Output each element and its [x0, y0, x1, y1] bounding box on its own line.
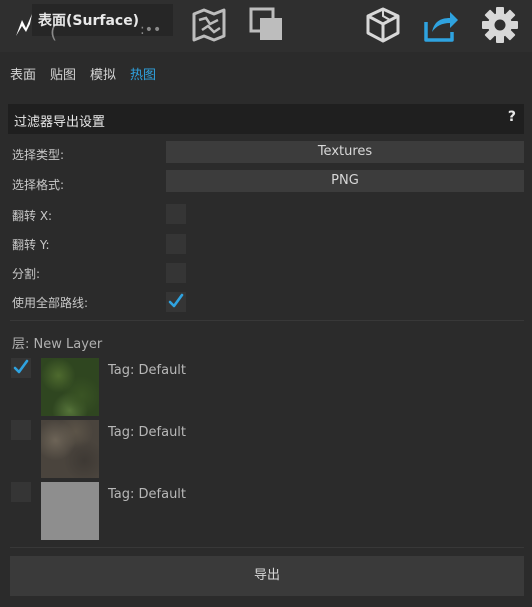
use-all-paths-label: 使用全部路线:	[12, 296, 89, 310]
top-toolbar: ( :•• 表面(Surface)	[0, 0, 532, 52]
layer-item-tag: Tag: Default	[108, 363, 187, 378]
layer-item-checkbox[interactable]	[11, 482, 31, 502]
flip-y-checkbox[interactable]	[166, 234, 186, 254]
flip-x-checkbox[interactable]	[166, 204, 186, 224]
map-icon[interactable]	[190, 6, 228, 44]
hidden-icon-fragment: :••	[140, 22, 162, 38]
flip-x-label: 翻转 X:	[12, 209, 53, 223]
tab-bar: 表面 贴图 模拟 热图	[0, 52, 532, 92]
gray-texture-thumbnail[interactable]	[41, 482, 99, 540]
gear-icon[interactable]	[481, 6, 519, 44]
divider	[10, 547, 524, 548]
split-checkbox[interactable]	[166, 263, 186, 283]
tab-heatmap[interactable]: 热图	[130, 64, 156, 83]
cube-icon[interactable]	[364, 6, 402, 44]
tab-surface[interactable]: 表面	[10, 64, 36, 83]
layer-item-tag: Tag: Default	[108, 425, 187, 440]
grass-texture-thumbnail[interactable]	[41, 358, 99, 416]
help-icon[interactable]: ?	[508, 109, 516, 125]
tab-simulation[interactable]: 模拟	[90, 64, 116, 83]
export-button[interactable]: 导出	[10, 556, 524, 596]
share-export-icon[interactable]	[422, 6, 460, 44]
select-format-dropdown[interactable]: PNG	[166, 170, 524, 192]
flip-y-label: 翻转 Y:	[12, 238, 50, 252]
layer-label: 层: New Layer	[12, 337, 103, 352]
checkmark-icon	[13, 359, 29, 374]
filter-export-settings-header[interactable]: 过滤器导出设置 ?	[8, 104, 524, 134]
layer-item-tag: Tag: Default	[108, 487, 187, 502]
section-title: 过滤器导出设置	[14, 115, 106, 130]
split-label: 分割:	[12, 267, 41, 281]
copy-icon[interactable]	[248, 6, 286, 44]
tab-texture[interactable]: 贴图	[50, 64, 76, 83]
select-type-dropdown[interactable]: Textures	[166, 141, 524, 163]
divider	[10, 320, 524, 321]
checkmark-icon	[168, 293, 184, 308]
select-format-label: 选择格式:	[12, 178, 65, 192]
app-logo-icon[interactable]	[12, 10, 38, 40]
rock-texture-thumbnail[interactable]	[41, 420, 99, 478]
surface-title[interactable]: 表面(Surface)	[38, 10, 139, 30]
use-all-paths-checkbox[interactable]	[166, 292, 186, 312]
layer-item-checkbox[interactable]	[11, 420, 31, 440]
layer-item-checkbox[interactable]	[11, 358, 31, 378]
select-type-label: 选择类型:	[12, 148, 65, 162]
